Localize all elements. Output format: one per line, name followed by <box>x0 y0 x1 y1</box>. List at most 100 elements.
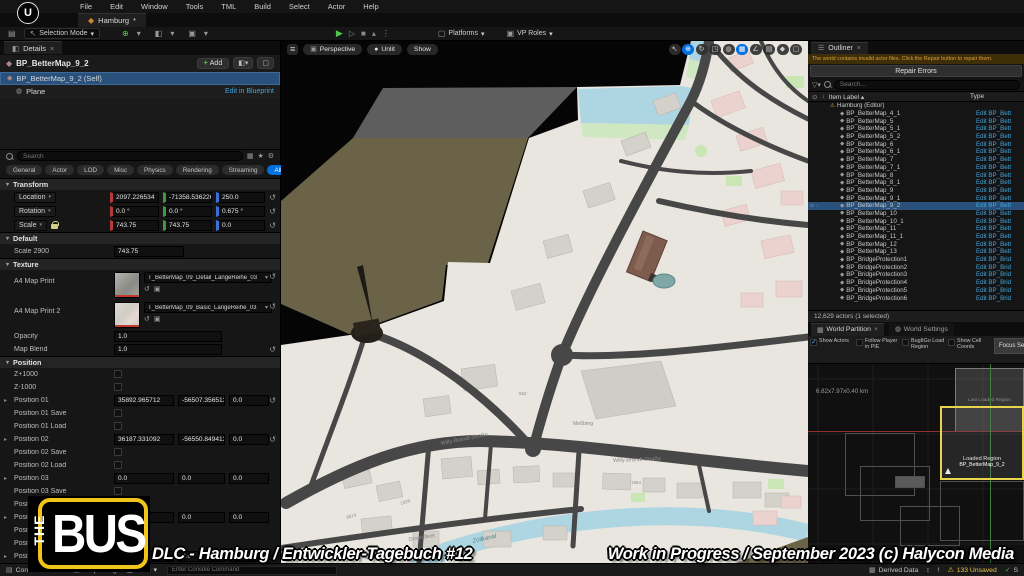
settings-icon[interactable]: ⚙ <box>268 152 274 160</box>
filter-chip[interactable]: Physics <box>137 165 173 175</box>
console-command-input[interactable] <box>167 566 337 575</box>
outliner-row[interactable]: ◆ BP_BetterMap_7_1 Edit BP_Bett <box>808 164 1024 172</box>
scale-tool-icon[interactable]: ◳ <box>709 44 721 55</box>
outliner-item-type-link[interactable]: Edit BP_Bett <box>976 202 1022 209</box>
outliner-row[interactable]: ◆ BP_BetterMap_5 Edit BP_Bett <box>808 117 1024 125</box>
checkbox[interactable] <box>856 339 863 346</box>
scale2900-value[interactable]: 743.75 <box>114 246 184 257</box>
tab-hamburg[interactable]: ◆ Hamburg * <box>78 13 146 27</box>
outliner-item-type-link[interactable]: Edit BP_Bett <box>976 210 1022 217</box>
repair-errors-button[interactable]: Repair Errors <box>810 65 1022 77</box>
section-position[interactable]: ▾ Position <box>0 356 280 368</box>
outliner-item-type-link[interactable]: Edit BP_Brid <box>976 264 1022 271</box>
opacity-value[interactable]: 1.0 <box>114 331 222 342</box>
outliner-row[interactable]: ◆ BP_BetterMap_6 Edit BP_Bett <box>808 140 1024 148</box>
wp-check-item[interactable]: Follow Player in PIE <box>856 338 900 350</box>
reset-to-default-icon[interactable]: ↺ <box>269 221 276 230</box>
wp-check-item[interactable]: BugItGo Load Region <box>902 338 946 350</box>
reset-to-default-icon[interactable]: ↺ <box>269 193 276 202</box>
add-component-button[interactable]: + Add <box>197 58 230 69</box>
focus-selection-button[interactable]: Focus Selection <box>994 338 1024 354</box>
outliner-row[interactable]: ◆ BP_BetterMap_8 Edit BP_Bett <box>808 171 1024 179</box>
item-label-column[interactable]: Item Label ▴ <box>829 93 966 101</box>
reset-to-default-icon[interactable]: ↺ <box>269 272 276 281</box>
stop-button[interactable]: ■ <box>361 29 366 38</box>
favorites-icon[interactable]: ★ <box>257 152 263 160</box>
outliner-item-type-link[interactable]: Edit BP_Bett <box>976 241 1022 248</box>
outliner-item-type-link[interactable]: Edit BP_Bett <box>976 141 1022 148</box>
browse-to-asset-icon[interactable]: ▣ <box>154 315 161 323</box>
z-value-field[interactable]: 0.0 <box>216 220 265 231</box>
outliner-item-type-link[interactable]: Edit BP_Bett <box>976 125 1022 132</box>
close-icon[interactable]: × <box>50 44 54 53</box>
outliner-item-type-link[interactable]: Edit BP_Brid <box>976 271 1022 278</box>
section-default[interactable]: ▾ Default <box>0 232 280 244</box>
z-value-field[interactable]: 0.0 <box>229 434 269 445</box>
outliner-row[interactable]: ◆ BP_BetterMap_11_1 Edit BP_Bett <box>808 233 1024 241</box>
outliner-item-type-link[interactable]: Edit BP_Bett <box>976 225 1022 232</box>
filter-chip[interactable]: LOD <box>77 165 104 175</box>
y-value-field[interactable]: 0.0 <box>178 473 225 484</box>
expander-icon[interactable]: ▸ <box>4 397 7 404</box>
outliner-row[interactable]: ◆ BP_BetterMap_4_1 Edit BP_Bett <box>808 110 1024 118</box>
x-value-field[interactable]: 743.75 <box>110 220 159 231</box>
asset-picker-dropdown[interactable]: T_BetterMap_09_Basic_LangeReihe_03▾ <box>144 302 272 313</box>
x-value-field[interactable]: 0.0 ° <box>110 206 159 217</box>
level-viewport[interactable]: Willy-Brandt-Straße Willy-Brandt-Straße … <box>281 41 808 563</box>
outliner-row[interactable]: ⊙↓ ◆ BP_BetterMap_9_2 Edit BP_Bett <box>808 202 1024 210</box>
z-value-field[interactable]: 0.0 <box>229 512 269 523</box>
vp-roles-dropdown[interactable]: ▣ VP Roles ▾ <box>507 29 553 38</box>
select-tool-icon[interactable]: ↖ <box>669 44 681 55</box>
details-search-input[interactable] <box>17 151 243 161</box>
outliner-item-type-link[interactable]: Edit BP_Bett <box>976 218 1022 225</box>
transform-axis-dropdown[interactable]: Scale▾ <box>14 220 47 231</box>
outliner-item-type-link[interactable]: Edit BP_Brid <box>976 256 1022 263</box>
filter-chip[interactable]: Misc <box>107 165 134 175</box>
checkbox[interactable] <box>902 339 909 346</box>
perspective-dropdown[interactable]: ▣ Perspective <box>303 44 362 55</box>
reset-to-default-icon[interactable]: ↺ <box>269 207 276 216</box>
reset-to-default-icon[interactable]: ↺ <box>269 435 276 444</box>
expander-icon[interactable]: ▸ <box>4 514 7 521</box>
z-value-field[interactable]: 0.0 <box>229 395 269 406</box>
tree-row-plane[interactable]: ◍ Plane Edit in Blueprint <box>0 85 280 98</box>
x-value-field[interactable]: 2097.226534 <box>110 192 159 203</box>
outliner-item-type-link[interactable]: Edit BP_Bett <box>976 118 1022 125</box>
transform-axis-dropdown[interactable]: Rotation▾ <box>14 206 56 217</box>
view-mode-dropdown[interactable]: ● Unlit <box>367 44 402 55</box>
use-selected-asset-icon[interactable]: ↺ <box>144 315 150 323</box>
lock-button[interactable]: ▢ <box>257 57 274 69</box>
expander-icon[interactable]: ▸ <box>4 475 7 482</box>
selection-mode-dropdown[interactable]: ↖ Selection Mode ▾ <box>24 28 100 39</box>
outliner-row[interactable]: ◆ BP_BetterMap_9_1 Edit BP_Bett <box>808 194 1024 202</box>
chevron-down-icon[interactable]: ▾ <box>170 29 174 38</box>
outliner-item-type-link[interactable]: Edit BP_Bett <box>976 133 1022 140</box>
outliner-item-type-link[interactable]: Edit BP_Bett <box>976 248 1022 255</box>
checkbox[interactable] <box>810 339 817 346</box>
menu-item[interactable]: Help <box>363 2 378 11</box>
filter-chip[interactable]: Rendering <box>176 165 219 175</box>
eye-icon[interactable]: ⊙ <box>812 93 817 101</box>
position-checkbox[interactable] <box>114 487 122 495</box>
z-value-field[interactable]: 0.675 ° <box>216 206 265 217</box>
y-value-field[interactable]: -56550.849413 <box>178 434 225 445</box>
outliner-item-type-link[interactable]: Edit BP_Brid <box>976 287 1022 294</box>
z-value-field[interactable]: 0.0 <box>229 473 269 484</box>
reset-to-default-icon[interactable]: ↺ <box>269 345 276 354</box>
reset-to-default-icon[interactable]: ↺ <box>269 396 276 405</box>
outliner-item-type-link[interactable]: Edit BP_Bett <box>976 110 1022 117</box>
outliner-row[interactable]: ◆ BP_BetterMap_13 Edit BP_Bett <box>808 248 1024 256</box>
x-value-field[interactable]: 36187.331092 <box>114 434 174 445</box>
section-transform[interactable]: ▾ Transform <box>0 178 280 190</box>
outliner-item-type-link[interactable]: Edit BP_Bett <box>976 233 1022 240</box>
position-checkbox[interactable] <box>114 448 122 456</box>
scale-lock-icon[interactable] <box>51 221 58 229</box>
browse-to-asset-icon[interactable]: ▣ <box>154 285 161 293</box>
tree-row-self[interactable]: ◆ BP_BetterMap_9_2 (Self) <box>0 72 280 85</box>
filter-chip[interactable]: Actor <box>45 165 74 175</box>
maximize-viewport-icon[interactable]: ▢ <box>790 44 802 55</box>
menu-item[interactable]: File <box>80 2 92 11</box>
map-blend-value[interactable]: 1.0 <box>114 344 222 355</box>
scale-snap-icon[interactable]: ▤ <box>763 44 775 55</box>
asset-picker-dropdown[interactable]: T_BetterMap_09_Detail_LangeReihe_03▾ <box>144 272 272 283</box>
